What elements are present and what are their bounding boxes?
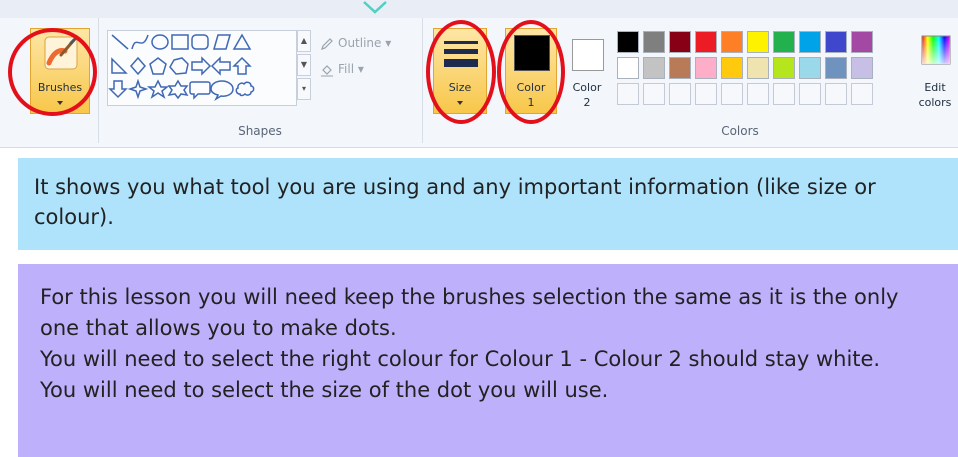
color1-button[interactable]: Color 1 [505, 28, 557, 114]
palette-color-swatch[interactable] [851, 31, 873, 53]
size-button[interactable]: Size [433, 28, 487, 114]
line-size-icon [444, 41, 478, 67]
palette-color-swatch[interactable] [773, 57, 795, 79]
size-label: Size [448, 81, 472, 94]
color2-swatch [572, 39, 604, 71]
palette-empty-swatch[interactable] [617, 83, 639, 105]
palette-color-swatch[interactable] [721, 31, 743, 53]
color-spectrum-icon [921, 35, 951, 65]
edit-colors-label-line1: Edit [924, 81, 946, 94]
info-box-tool-description: It shows you what tool you are using and… [18, 158, 958, 250]
palette-color-swatch[interactable] [851, 57, 873, 79]
ribbon-collapse-chevron-icon[interactable] [362, 0, 388, 16]
outline-dropdown[interactable]: Outline ▾ [320, 36, 391, 51]
shapes-gallery-icons [108, 33, 255, 101]
edit-colors-button[interactable]: Edit colors [912, 28, 958, 114]
brushes-button[interactable]: Brushes [30, 28, 90, 114]
instruction-line: You will need to select the size of the … [40, 378, 609, 402]
chevron-down-icon [57, 101, 63, 105]
palette-empty-swatch[interactable] [773, 83, 795, 105]
palette-color-swatch[interactable] [799, 57, 821, 79]
color1-swatch [514, 35, 550, 71]
palette-empty-swatch[interactable] [799, 83, 821, 105]
palette-color-swatch[interactable] [825, 31, 847, 53]
ribbon-tab-strip [0, 0, 958, 18]
palette-color-swatch[interactable] [721, 57, 743, 79]
palette-color-swatch[interactable] [669, 31, 691, 53]
palette-empty-swatch[interactable] [747, 83, 769, 105]
instruction-line: You will need to select the right colour… [40, 347, 881, 371]
color2-label-line2: 2 [583, 96, 591, 109]
instruction-line: For this lesson you will need keep the b… [40, 285, 899, 340]
palette-color-swatch[interactable] [773, 31, 795, 53]
group-divider [422, 18, 423, 143]
paintbrush-icon [44, 36, 78, 70]
gallery-more-button[interactable]: ▾ [297, 78, 311, 100]
edit-colors-label-line2: colors [918, 96, 952, 109]
fill-bucket-icon [320, 63, 334, 77]
palette-empty-swatch[interactable] [825, 83, 847, 105]
gallery-scroll-down-button[interactable]: ▼ [297, 54, 311, 76]
tool-description-text: It shows you what tool you are using and… [34, 175, 876, 229]
colors-group-label: Colors [721, 124, 759, 138]
pencil-outline-icon [320, 37, 334, 51]
palette-empty-swatch[interactable] [695, 83, 717, 105]
palette-color-swatch[interactable] [643, 57, 665, 79]
group-divider [98, 18, 99, 143]
color1-label-line2: 1 [527, 96, 535, 109]
palette-color-swatch[interactable] [747, 57, 769, 79]
palette-color-swatch[interactable] [695, 31, 717, 53]
palette-color-swatch[interactable] [825, 57, 847, 79]
palette-color-swatch[interactable] [695, 57, 717, 79]
palette-color-swatch[interactable] [799, 31, 821, 53]
palette-color-swatch[interactable] [617, 57, 639, 79]
palette-empty-swatch[interactable] [721, 83, 743, 105]
palette-color-swatch[interactable] [747, 31, 769, 53]
gallery-scroll-up-button[interactable]: ▲ [297, 30, 311, 52]
color1-label-line1: Color [516, 81, 546, 94]
fill-dropdown[interactable]: Fill ▾ [320, 62, 364, 77]
fill-label: Fill [338, 62, 355, 76]
color2-label-line1: Color [572, 81, 602, 94]
palette-empty-swatch[interactable] [643, 83, 665, 105]
ribbon-toolbar: Brushes ▲ ▼ ▾ Outline ▾ Fill ▾ Shapes Si… [0, 0, 958, 148]
info-box-lesson-instructions: For this lesson you will need keep the b… [18, 264, 958, 457]
shapes-group-label: Shapes [238, 124, 282, 138]
brushes-label: Brushes [37, 81, 83, 94]
palette-color-swatch[interactable] [643, 31, 665, 53]
outline-label: Outline [338, 36, 382, 50]
color2-button[interactable]: Color 2 [566, 28, 608, 114]
chevron-down-icon [457, 101, 463, 105]
shapes-gallery[interactable] [107, 30, 297, 106]
palette-empty-swatch[interactable] [669, 83, 691, 105]
palette-color-swatch[interactable] [669, 57, 691, 79]
palette-empty-swatch[interactable] [851, 83, 873, 105]
palette-color-swatch[interactable] [617, 31, 639, 53]
